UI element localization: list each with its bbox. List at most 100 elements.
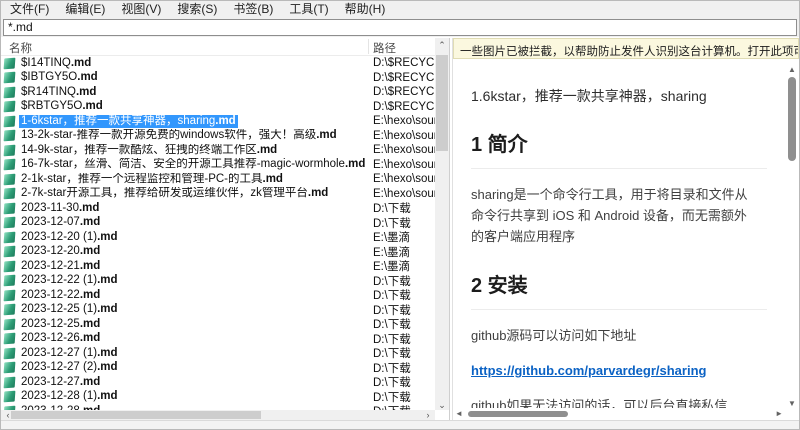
menu-item-edit[interactable]: 编辑(E)	[57, 1, 113, 17]
search-input[interactable]	[3, 19, 797, 36]
file-name: 2023-12-26.md	[19, 332, 102, 345]
markdown-file-icon	[4, 101, 16, 113]
column-header-path[interactable]: 路径	[373, 40, 396, 56]
file-name-cell: 2023-12-26.md	[1, 332, 370, 345]
table-row[interactable]: 2023-12-07.mdD:\下载	[1, 216, 435, 231]
table-row[interactable]: 2-1k-star，推荐一个远程监控和管理-PC-的工具.mdE:\hexo\s…	[1, 172, 435, 187]
table-row[interactable]: 2023-12-20 (1).mdE:\墨滴	[1, 230, 435, 245]
markdown-file-icon	[4, 86, 16, 98]
file-path: E:\hexo\source	[370, 188, 435, 200]
file-name: 2023-12-20 (1).md	[19, 231, 120, 244]
markdown-file-icon	[4, 304, 16, 316]
file-name-cell: 2023-12-07.md	[1, 216, 370, 229]
file-name-cell: 2023-12-21.md	[1, 260, 370, 273]
preview-scroll-left-icon[interactable]	[455, 409, 463, 419]
file-path: D:\$RECYCLE.B	[370, 86, 435, 98]
scroll-right-icon[interactable]	[421, 410, 435, 420]
table-row[interactable]: $RBTGY5O.mdD:\$RECYCLE.B	[1, 100, 435, 115]
file-name: 2023-12-22.md	[19, 289, 102, 302]
github-link[interactable]: https://github.com/parvardegr/sharing	[471, 363, 706, 378]
table-row[interactable]: 16-7k-star，丝滑、简洁、安全的开源工具推荐-magic-wormhol…	[1, 158, 435, 173]
table-row[interactable]: 2023-12-21.mdE:\墨滴	[1, 259, 435, 274]
table-row[interactable]: 2023-12-22 (1).mdD:\下载	[1, 274, 435, 289]
horizontal-scroll-thumb[interactable]	[11, 411, 261, 419]
table-row[interactable]: 2023-12-22.mdD:\下载	[1, 288, 435, 303]
preview-scroll-right-icon[interactable]	[775, 409, 783, 419]
file-name: 2023-11-30.md	[19, 202, 101, 215]
markdown-file-icon	[4, 333, 16, 345]
markdown-file-icon	[4, 362, 16, 374]
column-header-name[interactable]: 名称	[9, 40, 32, 56]
file-list-pane: 名称 路径 $I14TINQ.mdD:\$RECYCLE.B$IBTGY5O.m…	[1, 38, 450, 420]
preview-content: 1.6kstar，推荐一款共享神器，sharing 1 简介 sharing是一…	[453, 59, 785, 408]
file-name-cell: 2-7k-star开源工具，推荐给研发或运维伙伴，zk管理平台.md	[1, 187, 370, 200]
table-row[interactable]: 13-2k-star-推荐一款开源免费的windows软件，强大！高级.mdE:…	[1, 129, 435, 144]
preview-vertical-scrollbar[interactable]	[785, 59, 799, 408]
file-name-cell: $IBTGY5O.md	[1, 71, 370, 84]
table-row[interactable]: 2-7k-star开源工具，推荐给研发或运维伙伴，zk管理平台.mdE:\hex…	[1, 187, 435, 202]
markdown-file-icon	[4, 246, 16, 258]
table-row[interactable]: 2023-12-20.mdE:\墨滴	[1, 245, 435, 260]
file-name: 13-2k-star-推荐一款开源免费的windows软件，强大！高级.md	[19, 129, 339, 142]
table-row[interactable]: 1-6kstar，推荐一款共享神器，sharing.md E:\hexo\sour…	[1, 114, 435, 129]
menu-item-help[interactable]: 帮助(H)	[337, 1, 394, 17]
file-name: 2023-12-25 (1).md	[19, 303, 120, 316]
table-row[interactable]: 2023-12-27.mdD:\下载	[1, 375, 435, 390]
intro-heading: 1 简介	[471, 128, 767, 169]
preview-horizontal-thumb[interactable]	[468, 411, 568, 417]
preview-horizontal-scrollbar[interactable]	[455, 409, 783, 419]
menu-item-bookmark[interactable]: 书签(B)	[225, 1, 281, 17]
file-path: D:\下载	[370, 403, 411, 410]
file-name: 2023-12-25.md	[19, 318, 102, 331]
list-horizontal-scrollbar[interactable]	[1, 410, 435, 420]
table-row[interactable]: $I14TINQ.mdD:\$RECYCLE.B	[1, 56, 435, 71]
file-name: 1-6kstar，推荐一款共享神器，sharing.md	[19, 115, 238, 128]
file-name: 2023-12-27.md	[19, 376, 102, 389]
file-name: 2023-12-07.md	[19, 216, 102, 229]
file-name-cell: 2023-12-22.md	[1, 289, 370, 302]
preview-vertical-thumb[interactable]	[788, 77, 796, 161]
file-path: E:\hexo\source	[370, 115, 435, 127]
scroll-down-icon[interactable]	[435, 400, 449, 410]
table-row[interactable]: 2023-12-25.mdD:\下载	[1, 317, 435, 332]
scroll-up-icon[interactable]	[435, 40, 449, 50]
file-name-cell: 2023-12-22 (1).md	[1, 274, 370, 287]
file-name-cell: 2023-12-25.md	[1, 318, 370, 331]
markdown-file-icon	[4, 289, 16, 301]
markdown-file-icon	[4, 144, 16, 156]
table-row[interactable]: 14-9k-star，推荐一款酷炫、狂拽的终端工作区.mdE:\hexo\sou…	[1, 143, 435, 158]
vertical-scroll-thumb[interactable]	[436, 55, 448, 151]
table-row[interactable]: $R14TINQ.mdD:\$RECYCLE.B	[1, 85, 435, 100]
file-name-cell: 2-1k-star，推荐一个远程监控和管理-PC-的工具.md	[1, 173, 370, 186]
file-name-cell: 2023-12-20.md	[1, 245, 370, 258]
markdown-file-icon	[4, 72, 16, 84]
file-path: E:\hexo\source	[370, 159, 435, 171]
file-name-cell: 2023-12-27.md	[1, 376, 370, 389]
file-name-cell: 2023-12-25 (1).md	[1, 303, 370, 316]
table-row[interactable]: $IBTGY5O.mdD:\$RECYCLE.B	[1, 71, 435, 86]
list-vertical-scrollbar[interactable]	[435, 38, 449, 410]
file-name: $RBTGY5O.md	[19, 100, 105, 113]
table-row[interactable]: 2023-11-30.mdD:\下载	[1, 201, 435, 216]
table-row[interactable]: 2023-12-27 (2).mdD:\下载	[1, 361, 435, 376]
table-row[interactable]: 2023-12-26.mdD:\下载	[1, 332, 435, 347]
file-path: D:\$RECYCLE.B	[370, 72, 435, 84]
menu-item-file[interactable]: 文件(F)	[2, 1, 57, 17]
preview-scroll-down-icon[interactable]	[785, 399, 799, 408]
markdown-file-icon	[4, 231, 16, 243]
table-row[interactable]: 2023-12-27 (1).mdD:\下载	[1, 346, 435, 361]
everything-window: 文件(F)编辑(E)视图(V)搜索(S)书签(B)工具(T)帮助(H) 名称 路…	[0, 0, 800, 430]
install-paragraph-1: github源码可以访问如下地址	[471, 325, 759, 346]
file-name: 2023-12-27 (2).md	[19, 361, 120, 374]
table-row[interactable]: 2023-12-28 (1).mdD:\下载	[1, 390, 435, 405]
table-row[interactable]: 2023-12-25 (1).mdD:\下载	[1, 303, 435, 318]
menu-bar: 文件(F)编辑(E)视图(V)搜索(S)书签(B)工具(T)帮助(H)	[1, 1, 799, 17]
menu-item-tools[interactable]: 工具(T)	[281, 1, 336, 17]
blocked-images-warning[interactable]: 一些图片已被拦截，以帮助防止发件人识别这台计算机。打开此项可以查看图片。	[453, 38, 799, 59]
menu-item-view[interactable]: 视图(V)	[113, 1, 169, 17]
preview-scroll-up-icon[interactable]	[785, 65, 799, 74]
install-paragraph-2: github如果无法访问的话，可以后台直接私信	[471, 395, 759, 408]
menu-item-search[interactable]: 搜索(S)	[169, 1, 225, 17]
markdown-file-icon	[4, 159, 16, 171]
column-divider[interactable]	[368, 39, 369, 54]
